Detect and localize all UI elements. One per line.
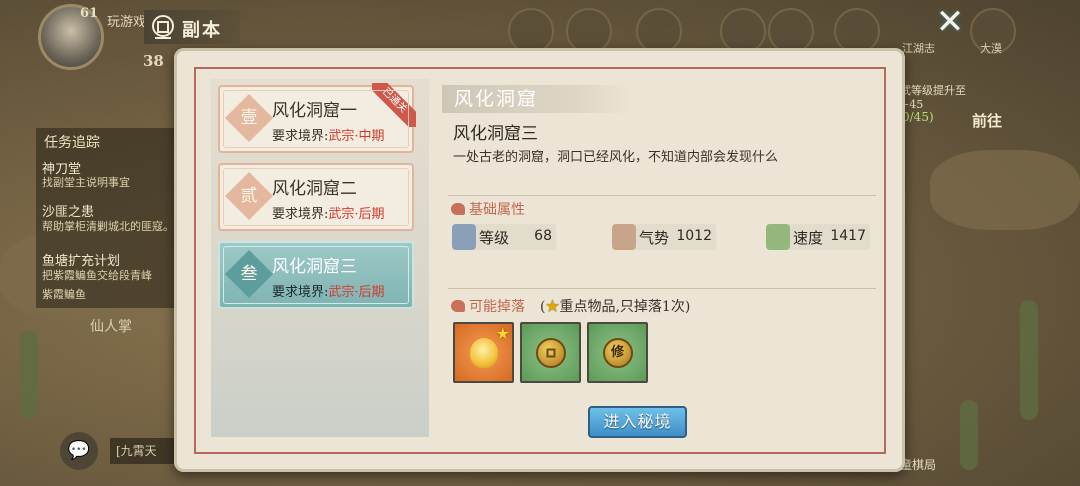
- card-badge-number: 贰: [240, 186, 258, 206]
- star-icon: ★: [545, 299, 560, 315]
- requirement-value: 武宗·后期: [328, 207, 385, 222]
- dungeon-name: 风化洞窟三: [272, 257, 357, 277]
- dungeon-requirement: 要求境界:武宗·后期: [272, 281, 385, 300]
- drops-note: (★重点物品,只掉落1次): [540, 296, 690, 316]
- dungeon-name: 风化洞窟一: [272, 101, 357, 121]
- cloud-icon: [451, 203, 465, 215]
- side-hint: 武等级提升至+45: [900, 84, 966, 111]
- divider: [448, 195, 876, 196]
- dungeon-icon: [152, 15, 174, 39]
- stat-level: 等级 68: [452, 224, 556, 250]
- quest-desc: 帮助掌柜清剿城北的匪寇。: [42, 220, 174, 233]
- dungeon-requirement: 要求境界:武宗·中期: [272, 125, 385, 144]
- player-level: 61: [80, 6, 99, 21]
- dungeon-card-3[interactable]: 叁 风化洞窟三 要求境界:武宗·后期: [218, 241, 414, 309]
- cleared-ribbon: 已通关: [372, 83, 416, 127]
- drops-label: 可能掉落: [469, 299, 525, 315]
- peach-icon: [469, 337, 498, 368]
- stat-label: 速度: [793, 229, 824, 247]
- enter-dungeon-button[interactable]: 进入秘境: [588, 406, 687, 438]
- divider: [448, 288, 876, 289]
- featured-star-icon: ★: [495, 324, 510, 343]
- stat-label: 气势: [639, 229, 670, 247]
- close-button[interactable]: ✕: [932, 4, 968, 40]
- cleared-ribbon-text: 已通关: [372, 83, 416, 127]
- cactus-decoration: [960, 400, 978, 470]
- player-stat: 38: [143, 52, 164, 70]
- quest-desc: 紫霞鳊鱼: [42, 288, 86, 301]
- coin-hole: [546, 348, 555, 357]
- speed-icon: [766, 224, 790, 250]
- cactus-decoration: [20, 330, 38, 420]
- momentum-icon: [612, 224, 636, 250]
- dungeon-requirement: 要求境界:武宗·后期: [272, 203, 385, 222]
- stat-value: 68: [534, 228, 552, 244]
- attributes-heading: 基础属性: [451, 199, 525, 219]
- cloud-icon: [451, 300, 465, 312]
- drop-item-cultivation-coin[interactable]: 修: [587, 322, 648, 383]
- coin-icon: [535, 337, 566, 368]
- stat-label: 等级: [479, 229, 510, 247]
- requirement-value: 武宗·中期: [328, 129, 385, 144]
- dungeon-detail-name: 风化洞窟三: [453, 124, 538, 144]
- dungeon-name: 风化洞窟二: [272, 179, 357, 199]
- drop-item-coin[interactable]: [520, 322, 581, 383]
- desert-label: 大漠: [980, 42, 1002, 55]
- requirement-label: 要求境界:: [272, 207, 329, 222]
- player-name: 玩游戏: [107, 15, 147, 30]
- cactus-decoration: [1020, 300, 1038, 420]
- jianghu-label: 江湖志: [902, 42, 935, 55]
- chat-channel[interactable]: [九霄天: [110, 438, 180, 464]
- side-progress: 0/45): [902, 110, 934, 124]
- dungeon-category-title: 风化洞窟: [442, 85, 632, 113]
- card-badge-number: 壹: [240, 108, 258, 128]
- dungeon-card-1[interactable]: 壹 风化洞窟一 要求境界:武宗·中期 已通关: [218, 83, 416, 153]
- drops-note-text: 重点物品,只掉落1次): [559, 299, 691, 315]
- goto-button[interactable]: 前往: [972, 110, 1002, 131]
- card-badge-number: 叁: [240, 264, 258, 284]
- dungeon-description: 一处古老的洞窟，洞口已经风化，不知道内部会发现什么: [453, 150, 779, 165]
- chess-label[interactable]: 童棋局: [900, 456, 936, 473]
- requirement-label: 要求境界:: [272, 129, 329, 144]
- drop-item-peach[interactable]: ★: [453, 322, 514, 383]
- stat-speed: 速度 1417: [766, 224, 870, 250]
- window-title: 副本: [182, 20, 222, 41]
- requirement-value: 武宗·后期: [328, 285, 385, 300]
- stat-value: 1012: [676, 228, 712, 244]
- level-icon: [452, 224, 476, 250]
- cultivation-coin-icon: 修: [602, 337, 633, 368]
- quest-desc: 找副堂主说明事宜: [42, 176, 130, 189]
- chat-icon[interactable]: 💬: [60, 432, 98, 470]
- quest-tracker-title: 任务追踪: [44, 135, 100, 151]
- requirement-label: 要求境界:: [272, 285, 329, 300]
- coin-glyph: 修: [610, 344, 624, 360]
- drops-heading: 可能掉落: [451, 296, 525, 316]
- rock-decoration: [930, 150, 1080, 230]
- stat-momentum: 气势 1012: [612, 224, 716, 250]
- stat-value: 1417: [830, 228, 866, 244]
- attributes-label: 基础属性: [469, 202, 525, 218]
- dungeon-card-2[interactable]: 贰 风化洞窟二 要求境界:武宗·后期: [218, 163, 414, 231]
- quest-desc: 把紫霞鳊鱼交给段青峰: [42, 269, 152, 282]
- cactus-label: 仙人掌: [90, 319, 132, 335]
